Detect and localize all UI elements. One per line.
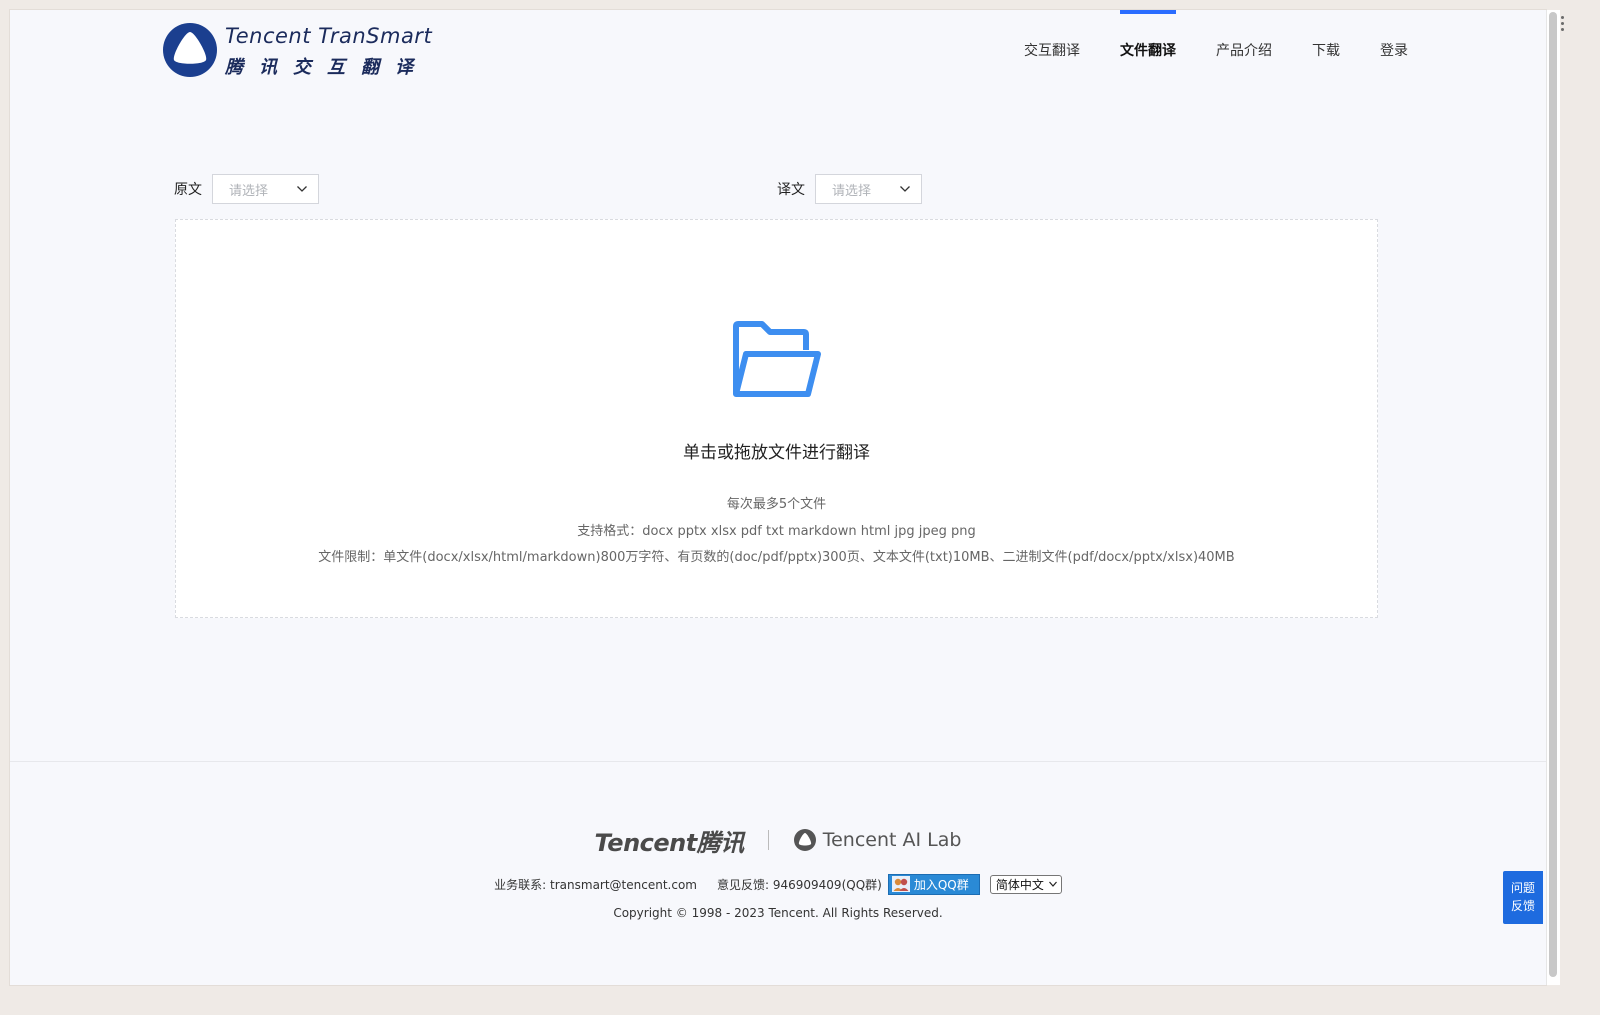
source-language-row: 原文 请选择 bbox=[174, 174, 319, 204]
feedback-qq-group: 意见反馈: 946909409(QQ群) bbox=[717, 877, 882, 892]
file-limits-hint: 文件限制：单文件(docx/xlsx/html/markdown)800万字符、… bbox=[318, 550, 1235, 565]
browser-page: Tencent TranSmart 腾讯交互翻译 交互翻译 文件翻译 产品介绍 … bbox=[10, 10, 1546, 985]
chevron-down-icon bbox=[900, 186, 910, 192]
drop-zone-title: 单击或拖放文件进行翻译 bbox=[683, 443, 870, 463]
target-language-select[interactable]: 请选择 bbox=[815, 174, 922, 204]
copyright: Copyright © 1998 - 2023 Tencent. All Rig… bbox=[613, 906, 943, 920]
transmart-logo[interactable]: Tencent TranSmart 腾讯交互翻译 bbox=[162, 22, 432, 78]
logo-english-text: Tencent TranSmart bbox=[225, 24, 433, 48]
feedback-line-2: 反馈 bbox=[1510, 899, 1535, 913]
file-drop-zone[interactable]: 单击或拖放文件进行翻译 每次最多5个文件 支持格式：docx pptx xlsx… bbox=[175, 219, 1378, 618]
ai-lab-text: Tencent AI Lab bbox=[822, 829, 962, 851]
site-language-value: 简体中文 bbox=[995, 877, 1044, 892]
nav-login[interactable]: 登录 bbox=[1380, 10, 1408, 90]
open-folder-icon bbox=[733, 321, 821, 397]
transmart-logo-icon bbox=[163, 23, 217, 77]
source-language-select[interactable]: 请选择 bbox=[212, 174, 319, 204]
business-contact: 业务联系: transmart@tencent.com bbox=[494, 877, 697, 892]
source-language-label: 原文 bbox=[174, 182, 202, 198]
nav-file-translation[interactable]: 文件翻译 bbox=[1120, 10, 1176, 90]
vertical-scrollbar-thumb[interactable] bbox=[1549, 12, 1557, 977]
chevron-down-icon bbox=[297, 186, 307, 192]
feedback-line-1: 问题 bbox=[1510, 881, 1535, 895]
nav-download[interactable]: 下载 bbox=[1312, 10, 1340, 90]
tencent-logo: Tencent腾讯 bbox=[594, 828, 745, 857]
feedback-button[interactable]: 问题 反馈 bbox=[1503, 871, 1543, 924]
join-qq-group-button[interactable]: 加入QQ群 bbox=[887, 873, 980, 895]
footer-info-row: 业务联系: transmart@tencent.com 意见反馈: 946909… bbox=[10, 872, 1546, 896]
top-nav: 交互翻译 文件翻译 产品介绍 下载 登录 bbox=[984, 10, 1408, 90]
supported-formats-hint: 支持格式：docx pptx xlsx pdf txt markdown htm… bbox=[577, 524, 976, 539]
chevron-down-icon bbox=[1048, 881, 1057, 887]
ai-lab-icon bbox=[793, 829, 816, 851]
footer-divider bbox=[10, 761, 1546, 762]
site-language-select[interactable]: 简体中文 bbox=[989, 874, 1062, 894]
target-language-label: 译文 bbox=[777, 182, 805, 198]
nav-interactive-translation[interactable]: 交互翻译 bbox=[1024, 10, 1080, 90]
footer-logos: Tencent腾讯 Tencent AI Lab bbox=[10, 825, 1546, 857]
nav-product-intro[interactable]: 产品介绍 bbox=[1216, 10, 1272, 90]
target-language-placeholder: 请选择 bbox=[832, 183, 872, 199]
qq-group-icon bbox=[891, 876, 910, 892]
source-language-placeholder: 请选择 bbox=[229, 183, 269, 199]
max-files-hint: 每次最多5个文件 bbox=[726, 497, 827, 512]
target-language-row: 译文 请选择 bbox=[777, 174, 922, 204]
logo-separator bbox=[767, 830, 769, 850]
logo-chinese-text: 腾讯交互翻译 bbox=[225, 57, 429, 78]
tencent-ai-lab-logo: Tencent AI Lab bbox=[793, 828, 962, 852]
more-options-icon[interactable] bbox=[1561, 16, 1565, 32]
join-qq-group-label: 加入QQ群 bbox=[913, 877, 969, 892]
